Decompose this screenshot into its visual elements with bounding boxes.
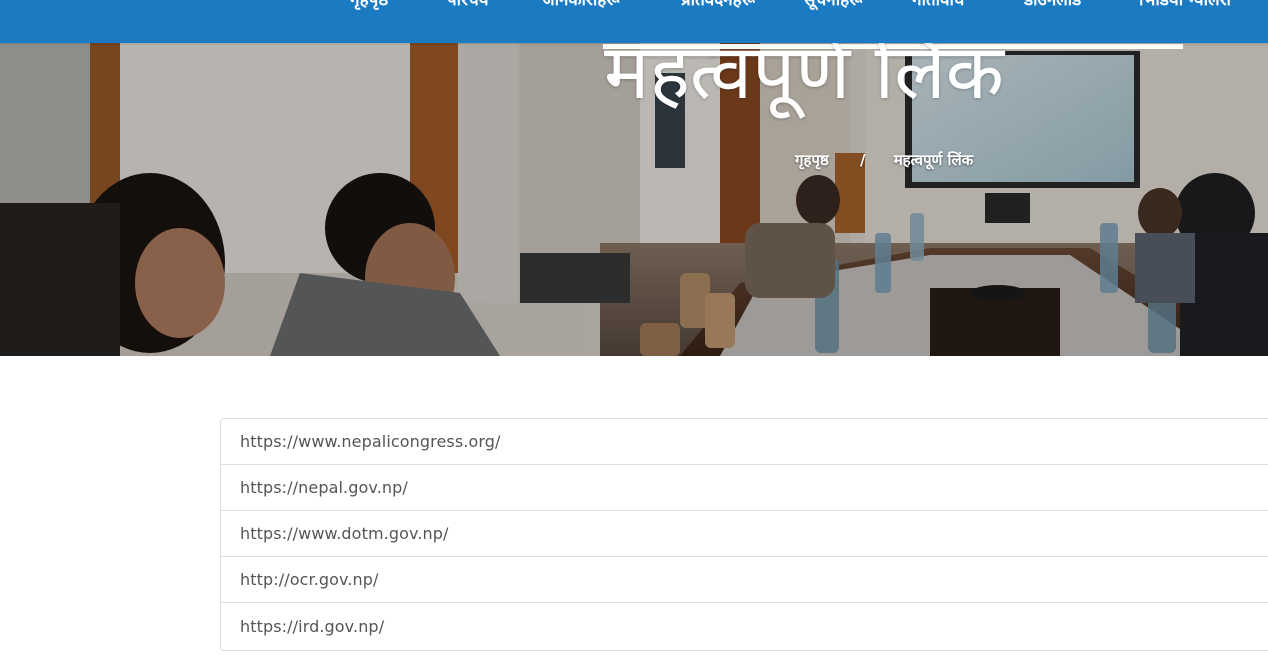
- breadcrumb-separator: /: [860, 151, 866, 169]
- nav-item-information[interactable]: जानकारीहरू: [542, 0, 620, 12]
- list-item[interactable]: https://ird.gov.np/: [221, 603, 1268, 650]
- link-url[interactable]: http://ocr.gov.np/: [240, 570, 379, 589]
- top-navbar: गृहपृष्ठ परिचय जानकारीहरू प्रतिवेदनहरू स…: [0, 0, 1268, 43]
- nav-item-home[interactable]: गृहपृष्ठ: [350, 0, 388, 12]
- link-url[interactable]: https://nepal.gov.np/: [240, 478, 408, 497]
- link-url[interactable]: https://ird.gov.np/: [240, 617, 384, 636]
- nav-item-video-gallery[interactable]: भिडियो ग्यालेरी: [1139, 0, 1231, 12]
- breadcrumb: गृहपृष्ठ / महत्वपूर्ण लिंक: [795, 149, 973, 171]
- hero-banner: महत्वपूर्ण लिंक गृहपृष्ठ / महत्वपूर्ण लि…: [0, 43, 1268, 356]
- link-url[interactable]: https://www.nepalicongress.org/: [240, 432, 501, 451]
- list-item[interactable]: https://nepal.gov.np/: [221, 465, 1268, 511]
- nav-item-introduction[interactable]: परिचय: [447, 0, 489, 12]
- page-title: महत्वपूर्ण लिंक: [604, 43, 1005, 116]
- nav-item-downloads[interactable]: डाउनलोड: [1024, 0, 1081, 12]
- important-links-list: https://www.nepalicongress.org/ https://…: [220, 418, 1268, 651]
- breadcrumb-current: महत्वपूर्ण लिंक: [893, 151, 974, 169]
- list-item[interactable]: https://www.nepalicongress.org/: [221, 419, 1268, 465]
- nav-item-reports[interactable]: प्रतिवेदनहरू: [681, 0, 755, 12]
- nav-item-activities[interactable]: गतिविधि: [912, 0, 964, 12]
- list-item[interactable]: https://www.dotm.gov.np/: [221, 511, 1268, 557]
- breadcrumb-home-link[interactable]: गृहपृष्ठ: [795, 149, 829, 171]
- nav-item-notices[interactable]: सूचनाहरू: [804, 0, 862, 12]
- list-item[interactable]: http://ocr.gov.np/: [221, 557, 1268, 603]
- link-url[interactable]: https://www.dotm.gov.np/: [240, 524, 448, 543]
